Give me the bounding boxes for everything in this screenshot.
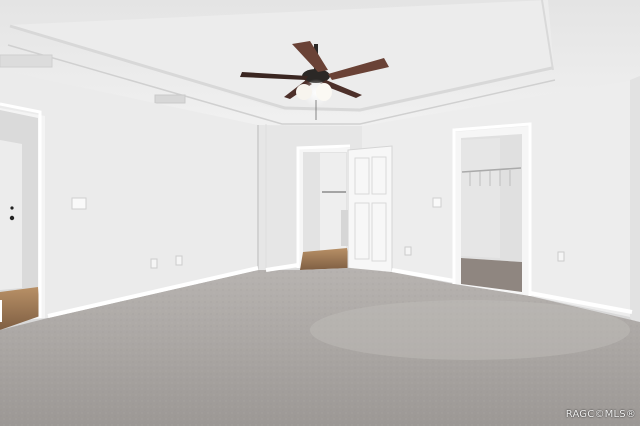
outlet xyxy=(404,246,412,256)
deadbolt xyxy=(10,206,14,210)
door-knob xyxy=(9,215,15,221)
mls-watermark: RAGC©MLS® xyxy=(565,409,636,420)
fan-light xyxy=(316,83,332,101)
doorway-left xyxy=(0,108,45,330)
fan-light xyxy=(296,84,312,100)
outlet xyxy=(175,255,183,266)
room-illustration xyxy=(0,0,640,426)
closet-doorway-right xyxy=(454,126,530,296)
ceiling-vent xyxy=(154,94,186,104)
light-switch xyxy=(71,197,87,210)
light-switch xyxy=(432,197,442,208)
ceiling-vent xyxy=(0,54,53,68)
room-photo: RAGC©MLS® xyxy=(0,0,640,426)
doorway-center xyxy=(298,145,393,276)
outlet xyxy=(557,251,565,262)
hallway-door xyxy=(0,140,22,290)
outlet xyxy=(150,258,158,269)
